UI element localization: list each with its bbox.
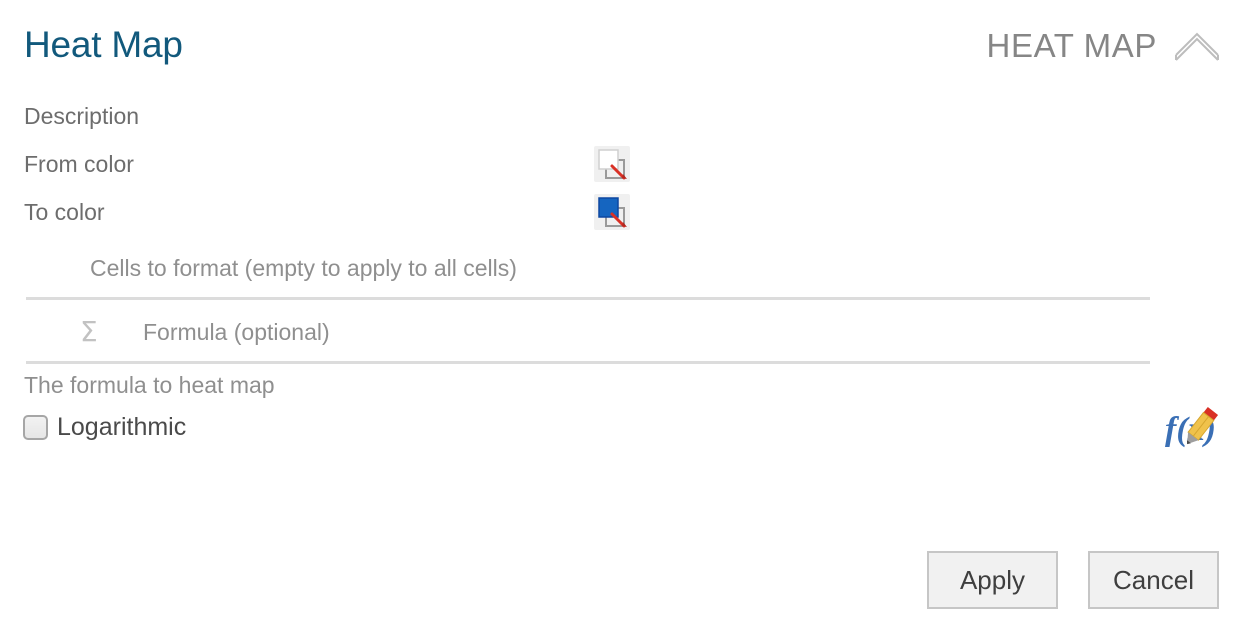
apply-button[interactable]: Apply bbox=[927, 551, 1058, 609]
from-color-control bbox=[592, 144, 632, 184]
panel-type-label: HEAT MAP bbox=[986, 27, 1157, 64]
logarithmic-label[interactable]: Logarithmic bbox=[57, 410, 186, 444]
formula-field-row: Σ bbox=[0, 300, 1239, 364]
cells-to-format-field-row bbox=[0, 236, 1239, 300]
panel-header: Heat Map HEAT MAP bbox=[0, 0, 1239, 92]
to-color-row: To color bbox=[0, 188, 1239, 236]
heat-map-form: Description From color To color Cells to… bbox=[0, 92, 1239, 458]
page-title: Heat Map bbox=[24, 24, 183, 65]
description-label: Description bbox=[24, 103, 140, 129]
chevron-up-icon[interactable] bbox=[1173, 29, 1221, 63]
to-color-picker-icon[interactable] bbox=[592, 192, 632, 232]
logarithmic-checkbox[interactable] bbox=[23, 415, 48, 440]
fx-pencil-icon[interactable]: f(x) bbox=[1165, 402, 1221, 454]
to-color-control bbox=[592, 192, 632, 232]
to-color-label: To color bbox=[24, 199, 105, 225]
cells-to-format-input[interactable] bbox=[90, 236, 1090, 300]
header-right-group: HEAT MAP bbox=[987, 26, 1221, 66]
from-color-label: From color bbox=[24, 151, 134, 177]
description-row: Description bbox=[0, 92, 1239, 140]
dialog-footer: Apply Cancel bbox=[927, 551, 1219, 609]
logarithmic-row: Logarithmic f(x) bbox=[0, 406, 1239, 458]
formula-helper-row: The formula to heat map bbox=[0, 364, 1239, 406]
cancel-button[interactable]: Cancel bbox=[1088, 551, 1219, 609]
formula-helper-text: The formula to heat map bbox=[24, 372, 275, 398]
sigma-icon: Σ bbox=[80, 315, 98, 348]
from-color-picker-icon[interactable] bbox=[592, 144, 632, 184]
formula-input[interactable] bbox=[143, 300, 1143, 364]
from-color-row: From color bbox=[0, 140, 1239, 188]
